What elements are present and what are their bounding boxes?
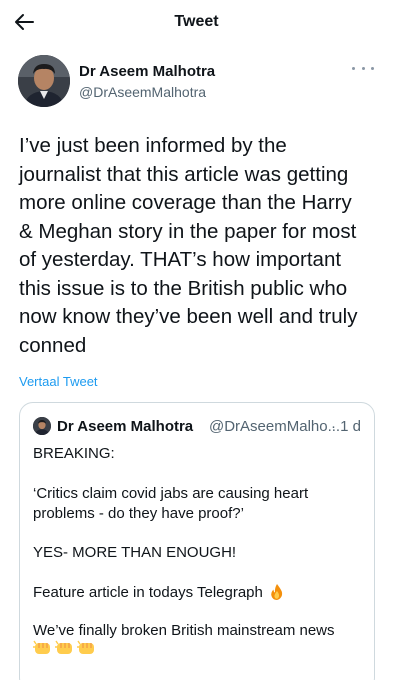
quoted-text-line: We’ve finally broken British mainstream … xyxy=(33,622,335,639)
fire-emoji xyxy=(271,584,283,600)
quoted-tweet[interactable]: Dr Aseem Malhotra @DrAseemMalho... · 1 d… xyxy=(19,402,375,680)
tweet-text: I’ve just been informed by the journalis… xyxy=(19,132,379,360)
author-handle[interactable]: @DrAseemMalhotra xyxy=(79,84,206,100)
quoted-author-name: Dr Aseem Malhotra xyxy=(57,418,194,435)
tweet-text-line: journalist that this article was getting xyxy=(19,162,349,186)
tweet-author: Dr Aseem Malhotra @DrAseemMalhotra xyxy=(18,55,378,109)
quoted-tweet-header: Dr Aseem Malhotra @DrAseemMalho... · 1 d xyxy=(33,417,363,437)
quoted-text-line: YES- MORE THAN ENOUGH! xyxy=(33,544,237,561)
tweet-text-line: now know they’ve been well and truly xyxy=(19,305,358,328)
quoted-author-handle: @DrAseemMalho... xyxy=(209,418,341,435)
page-title: Tweet xyxy=(174,13,219,30)
quoted-text-line: Feature article in todays Telegraph xyxy=(33,583,263,601)
fist-bump-emoji xyxy=(55,640,72,654)
top-bar: Tweet xyxy=(0,0,393,44)
tweet-text-line: of yesterday. THAT’s how important xyxy=(19,248,342,271)
quoted-text-breaking: BREAKING: xyxy=(33,445,115,462)
more-button[interactable] xyxy=(352,61,374,75)
fist-bump-emoji xyxy=(77,640,94,654)
quoted-text-feature: Feature article in todays Telegraph xyxy=(33,583,286,601)
tweet-text-line: more online coverage than the Harry xyxy=(19,191,352,214)
tweet-text-line: I’ve just been informed by the xyxy=(19,134,287,157)
author-name[interactable]: Dr Aseem Malhotra xyxy=(79,63,215,80)
tweet-text-line: this issue is to the British public who xyxy=(19,276,348,300)
translate-tweet-link[interactable]: Vertaal Tweet xyxy=(19,374,98,389)
quoted-timestamp: · 1 d xyxy=(331,418,362,435)
avatar[interactable] xyxy=(18,55,70,107)
quoted-text-line: problems - do they have proof?’ xyxy=(33,505,244,522)
quoted-avatar xyxy=(33,417,51,435)
tweet-text-line: conned xyxy=(19,333,87,357)
quoted-text-line: ‘Critics claim covid jabs are causing he… xyxy=(33,485,309,502)
fist-bump-emoji xyxy=(33,640,50,654)
fist-emoji-row xyxy=(33,639,97,657)
more-dots-icon xyxy=(352,66,355,70)
tweet-text-line: & Meghan story in the paper for most xyxy=(19,219,357,243)
